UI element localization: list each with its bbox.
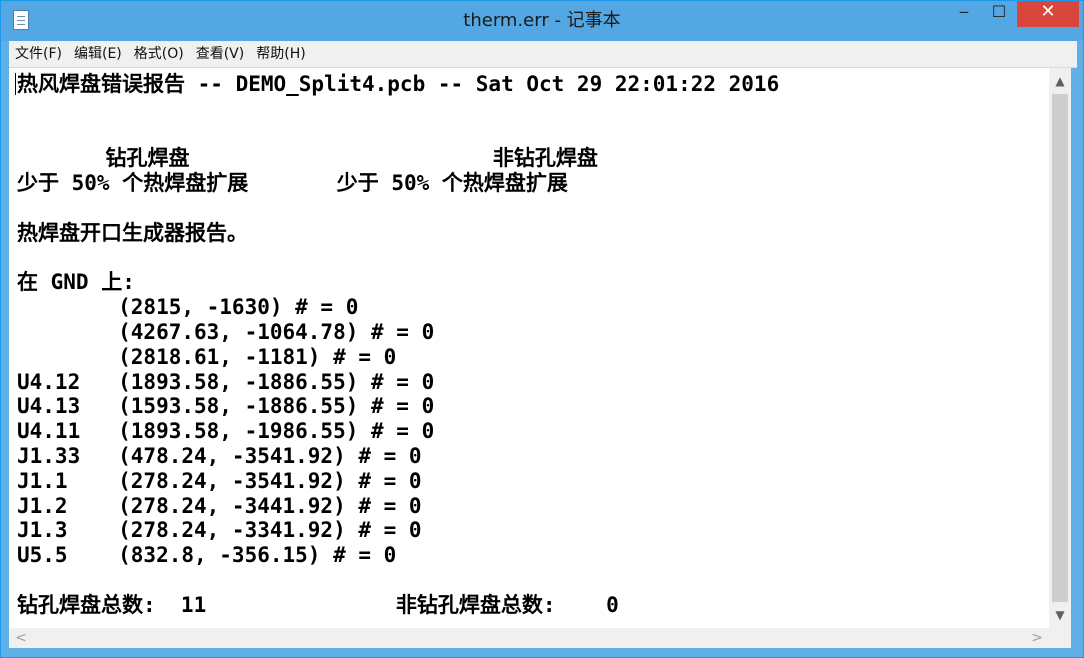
menu-file[interactable]: 文件(F) bbox=[9, 41, 68, 67]
maximize-button[interactable]: ☐ bbox=[982, 1, 1016, 27]
menu-bar: 文件(F) 编辑(E) 格式(O) 查看(V) 帮助(H) bbox=[9, 41, 1077, 68]
scroll-right-icon[interactable]: > bbox=[1027, 628, 1047, 648]
document-line: J1.2 (278.24, -3441.92) # = 0 bbox=[17, 493, 422, 518]
vertical-scroll-thumb[interactable] bbox=[1052, 94, 1068, 602]
window-title: therm.err - 记事本 bbox=[463, 10, 621, 31]
document-line: U4.13 (1593.58, -1886.55) # = 0 bbox=[17, 394, 435, 419]
menu-edit[interactable]: 编辑(E) bbox=[68, 41, 128, 67]
document-text[interactable]: 热风焊盘错误报告 -- DEMO_Split4.pcb -- Sat Oct 2… bbox=[17, 72, 779, 618]
minimize-button[interactable]: ‒ bbox=[947, 1, 981, 27]
document-line: 少于 50% 个热焊盘扩展 少于 50% 个热焊盘扩展 bbox=[17, 171, 568, 196]
menu-format[interactable]: 格式(O) bbox=[128, 41, 190, 67]
document-line: 热焊盘开口生成器报告。 bbox=[17, 220, 248, 245]
scroll-up-icon[interactable]: ▲ bbox=[1049, 70, 1071, 92]
document-line: 热风焊盘错误报告 -- DEMO_Split4.pcb -- Sat Oct 2… bbox=[17, 72, 780, 96]
close-button[interactable]: ✕ bbox=[1017, 1, 1079, 27]
document-line: U5.5 (832.8, -356.15) # = 0 bbox=[17, 543, 397, 568]
document-line: J1.1 (278.24, -3541.92) # = 0 bbox=[17, 468, 422, 493]
scrollbar-corner bbox=[1049, 628, 1071, 648]
text-editor[interactable]: 热风焊盘错误报告 -- DEMO_Split4.pcb -- Sat Oct 2… bbox=[9, 68, 1049, 628]
notepad-window: therm.err - 记事本 ‒ ☐ ✕ 文件(F) 编辑(E) 格式(O) 查看(… bbox=[0, 0, 1084, 658]
scroll-left-icon[interactable]: < bbox=[11, 628, 31, 648]
text-caret bbox=[15, 73, 16, 95]
document-line: 钻孔焊盘 非钻孔焊盘 bbox=[17, 146, 598, 171]
title-bar[interactable]: therm.err - 记事本 ‒ ☐ ✕ bbox=[1, 1, 1083, 41]
document-line: (4267.63, -1064.78) # = 0 bbox=[17, 319, 435, 344]
horizontal-scrollbar[interactable]: < > bbox=[9, 628, 1049, 648]
document-line: J1.33 (478.24, -3541.92) # = 0 bbox=[17, 443, 422, 468]
document-line: 钻孔焊盘总数: 11 非钻孔焊盘总数: 0 bbox=[17, 592, 619, 617]
scroll-down-icon[interactable]: ▼ bbox=[1049, 604, 1071, 626]
vertical-scrollbar[interactable]: ▲ ▼ bbox=[1049, 68, 1071, 628]
menu-view[interactable]: 查看(V) bbox=[190, 41, 251, 67]
document-line: 在 GND 上: bbox=[17, 270, 135, 295]
menu-help[interactable]: 帮助(H) bbox=[250, 41, 311, 67]
document-line: U4.11 (1893.58, -1986.55) # = 0 bbox=[17, 419, 435, 444]
document-line: (2815, -1630) # = 0 bbox=[17, 295, 359, 320]
document-line: (2818.61, -1181) # = 0 bbox=[17, 344, 397, 369]
document-line: J1.3 (278.24, -3341.92) # = 0 bbox=[17, 518, 422, 543]
document-line: U4.12 (1893.58, -1886.55) # = 0 bbox=[17, 369, 435, 394]
